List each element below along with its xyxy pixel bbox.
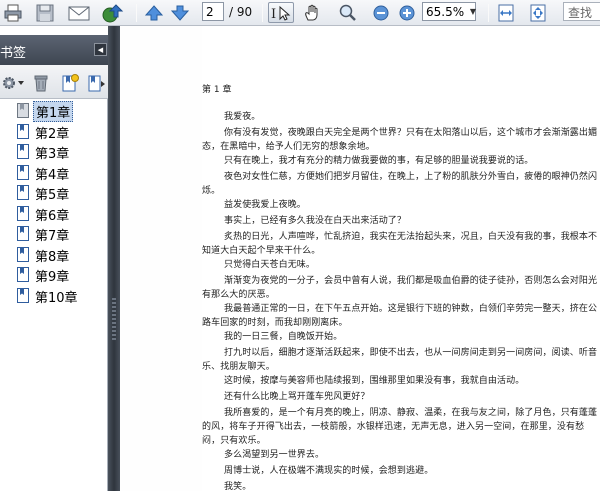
toolbar: / 90 I ▼ 查找 <box>0 0 600 26</box>
page-down-icon[interactable] <box>170 2 190 23</box>
fit-page-icon[interactable] <box>526 2 550 23</box>
paragraph: 我的一日三餐，自晚饭开始。 <box>224 332 343 342</box>
bookmark-chapter-9[interactable]: 第9章 <box>0 265 108 285</box>
bookmark-chapter-7[interactable]: 第7章 <box>0 224 108 244</box>
paragraph: 夜色对女性仁慈，方便她们把岁月留住，在晚上，上了粉的肌肤分外雪白，疲倦的眼神仍然… <box>202 172 598 196</box>
bookmark-chapter-2[interactable]: 第2章 <box>0 122 108 142</box>
bookmark-label: 第7章 <box>35 229 70 244</box>
paragraph: 炙热的日光，人声喧哗，忙乱挤迫，我实在无法抬起头来，况且，白天没有我的事，我根本… <box>202 232 598 256</box>
paragraph: 益发使我爱上夜晚。 <box>224 200 306 210</box>
search-input[interactable]: 查找 <box>563 2 600 21</box>
hand-tool-icon[interactable] <box>300 2 324 23</box>
paragraph: 多么渴望到另一世界去。 <box>224 450 325 460</box>
collapse-panel-icon[interactable]: ◀ <box>94 43 107 56</box>
page-total: / 90 <box>229 5 253 19</box>
zoom-out-icon[interactable] <box>372 2 390 23</box>
bookmark-chapter-10[interactable]: 第10章 <box>0 286 108 306</box>
new-bookmark-icon[interactable] <box>60 72 80 93</box>
splitter-grip-icon[interactable] <box>112 298 116 342</box>
bookmark-label: 第5章 <box>35 188 70 203</box>
page-number-input[interactable] <box>202 2 224 21</box>
paragraph: 周博士说，人在极端不满现实的时候，会想到逃避。 <box>224 466 434 476</box>
save-icon[interactable] <box>34 2 56 23</box>
bookmark-icon <box>17 247 29 262</box>
delete-bookmark-icon[interactable] <box>32 72 50 93</box>
upload-icon[interactable] <box>100 2 126 23</box>
zoom-in-icon[interactable] <box>398 2 416 23</box>
bookmark-label: 第4章 <box>35 168 70 183</box>
bookmark-label: 第3章 <box>35 147 70 162</box>
page-up-icon[interactable] <box>144 2 164 23</box>
bookmark-label: 第6章 <box>35 209 70 224</box>
bookmark-label: 第8章 <box>35 250 70 265</box>
paragraph: 我最普通正常的一日，在下午五点开始。这是银行下班的钟数，白领们辛劳完一整天，挤在… <box>202 304 598 328</box>
paragraph: 还有什么比晚上骂开蓬车兜风更好？ <box>224 392 370 402</box>
bookmark-icon <box>17 185 29 200</box>
print-icon[interactable] <box>2 2 24 23</box>
paragraph: 打九时以后，细胞才逐渐活跃起来，即使不出去，也从一间房间走到另一间房间，阅读、听… <box>202 348 598 372</box>
email-icon[interactable] <box>66 2 92 23</box>
bookmark-label: 第10章 <box>35 291 78 306</box>
paragraph: 只觉得白天苍白无味。 <box>224 260 316 270</box>
bookmark-chapter-6[interactable]: 第6章 <box>0 204 108 224</box>
expand-bookmark-icon[interactable] <box>86 72 108 93</box>
bookmark-label: 第2章 <box>35 127 70 142</box>
paragraph: 渐渐变为夜党的一分子，会员中曾有人说，我们都是吸血伯爵的徒子徒孙，否则怎么会对阳… <box>202 276 598 300</box>
paragraph: 这时候，按摩与美容师也陆续报到，围维那里如果没有事，我就自由活动。 <box>224 376 525 386</box>
toolbar-separator <box>488 4 489 22</box>
bookmarks-panel-header: 书签 ◀ <box>0 35 108 65</box>
svg-text:I: I <box>271 7 276 21</box>
bookmarks-list: 第1章 第2章 第3章 第4章 第5章 第6章 第7章 第8章 第9章 第10章 <box>0 99 108 491</box>
bookmark-icon <box>17 288 29 303</box>
bookmark-icon <box>17 144 29 159</box>
bookmark-icon <box>17 226 29 241</box>
text-select-icon[interactable]: I <box>268 2 294 23</box>
bookmarks-toolbar <box>0 65 108 99</box>
zoom-dropdown-icon[interactable]: ▼ <box>466 3 480 20</box>
bookmark-icon <box>17 267 29 282</box>
paragraph: 你有没有发觉，夜晚跟白天完全是两个世界？只有在太阳落山以后，这个城市才会渐渐露出… <box>202 128 598 152</box>
fit-width-icon[interactable] <box>494 2 518 23</box>
bookmark-chapter-4[interactable]: 第4章 <box>0 163 108 183</box>
bookmark-icon <box>17 206 29 221</box>
paragraph: 事实上，已经有多久我没在白天出来活动了？ <box>224 216 407 226</box>
bookmark-chapter-3[interactable]: 第3章 <box>0 142 108 162</box>
zoom-marquee-icon[interactable] <box>336 2 360 23</box>
panel-splitter[interactable] <box>108 26 120 491</box>
bookmark-icon <box>17 103 29 118</box>
document-viewer[interactable]: 第 1 章 我爱夜。 你有没有发觉，夜晚跟白天完全是两个世界？只有在太阳落山以后… <box>120 26 600 491</box>
bookmark-chapter-8[interactable]: 第8章 <box>0 245 108 265</box>
bookmark-chapter-5[interactable]: 第5章 <box>0 183 108 203</box>
document-page: 第 1 章 我爱夜。 你有没有发觉，夜晚跟白天完全是两个世界？只有在太阳落山以后… <box>202 26 600 491</box>
bookmarks-panel-title: 书签 <box>0 46 27 61</box>
bookmark-icon <box>17 165 29 180</box>
paragraph: 我所喜爱的，是一个有月亮的晚上，阴凉、静寂、温柔，在我与友之间，除了月色，只有蓬… <box>202 408 598 446</box>
bookmark-chapter-1[interactable]: 第1章 <box>0 101 108 122</box>
paragraph: 我爱夜。 <box>224 112 261 122</box>
bookmark-label: 第9章 <box>35 270 70 285</box>
toolbar-separator <box>136 4 137 22</box>
paragraph: 只有在晚上，我才有充分的精力做我要做的事，有足够的胆量说我要说的话。 <box>224 156 534 166</box>
bookmark-icon <box>17 124 29 139</box>
paragraph: 我笑。 <box>224 482 252 491</box>
options-gear-icon[interactable] <box>0 72 26 93</box>
bookmark-label: 第1章 <box>33 101 74 122</box>
toolbar-separator <box>262 4 263 22</box>
chapter-title: 第 1 章 <box>202 85 232 95</box>
